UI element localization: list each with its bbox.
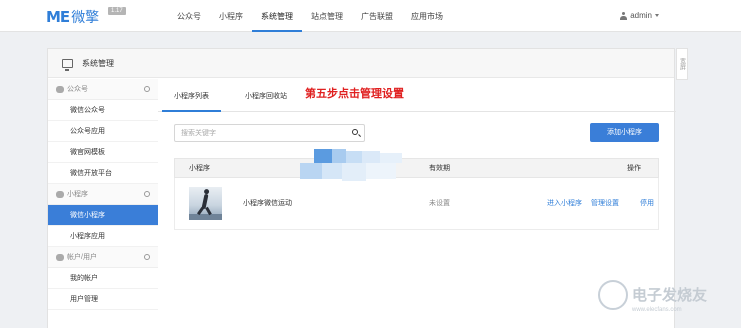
table-row: 小程序微信运动 未设置 进入小程序 管理设置 停用: [174, 178, 659, 230]
search-input[interactable]: [175, 125, 345, 141]
watermark-url: www.elecfans.com: [632, 307, 682, 313]
enter-mini-program-link[interactable]: 进入小程序: [547, 178, 582, 230]
user-menu[interactable]: admin: [620, 11, 659, 20]
chevron-down-icon: [655, 14, 659, 17]
logo-mark: ME: [46, 8, 70, 26]
sidebar-section-label: 小程序: [67, 191, 88, 198]
sidebar-item-open-platform[interactable]: 微信开放平台: [48, 163, 158, 184]
user-icon: [620, 11, 628, 20]
column-header-mini-program: 小程序: [189, 165, 210, 172]
version-badge: 1.17: [108, 7, 126, 15]
column-header-actions: 操作: [627, 165, 641, 172]
sidebar-item-my-account[interactable]: 我的帐户: [48, 268, 158, 289]
tab-bar: 小程序列表 小程序回收站 第五步点击管理设置: [158, 79, 676, 112]
nav-item-site-management[interactable]: 站点管理: [302, 0, 352, 32]
sidebar: 公众号 微信公众号 公众号应用 微官网模板 微信开放平台 小程序 微信小程序 小…: [48, 79, 158, 310]
gear-icon[interactable]: [144, 254, 150, 260]
brand-logo[interactable]: ME 微擎: [46, 8, 99, 26]
instruction-annotation: 第五步点击管理设置: [305, 88, 404, 100]
gear-icon[interactable]: [144, 191, 150, 197]
search-icon[interactable]: [352, 129, 358, 135]
mini-program-thumbnail: [189, 187, 222, 220]
panel-title: 系统管理: [82, 58, 114, 68]
gear-icon[interactable]: [144, 86, 150, 92]
redaction-mosaic: [300, 149, 438, 183]
nav-item-ad-alliance[interactable]: 广告联盟: [352, 0, 402, 32]
system-management-panel: 系统管理 公众号 微信公众号 公众号应用 微官网模板 微信开放平台 小程序 微信…: [47, 48, 676, 328]
username: admin: [630, 11, 652, 20]
mini-program-name: 小程序微信运动: [243, 200, 292, 207]
manage-settings-link[interactable]: 管理设置: [591, 178, 619, 230]
search-box: [174, 124, 365, 142]
panel-header: 系统管理: [48, 49, 674, 78]
sidebar-item-mini-program-apps[interactable]: 小程序应用: [48, 226, 158, 247]
watermark-text: 电子发烧友: [632, 287, 708, 304]
user-icon: [56, 253, 64, 261]
chat-icon: [56, 85, 64, 93]
tab-mini-program-recycle-bin[interactable]: 小程序回收站: [233, 79, 299, 112]
watermark: 电子发烧友 www.elecfans.com: [598, 280, 738, 324]
sidebar-section-mini-program[interactable]: 小程序: [48, 184, 158, 205]
sidebar-section-official-account[interactable]: 公众号: [48, 79, 158, 100]
sidebar-section-accounts[interactable]: 帐户/用户: [48, 247, 158, 268]
sidebar-item-site-templates[interactable]: 微官网模板: [48, 142, 158, 163]
mini-program-icon: [56, 190, 64, 198]
sidebar-section-label: 公众号: [67, 86, 88, 93]
expiry-value: 未设置: [429, 200, 450, 207]
main-nav: 公众号 小程序 系统管理 站点管理 广告联盟 应用市场: [168, 0, 452, 32]
widescreen-toggle[interactable]: 宽屏: [676, 48, 688, 80]
disable-link[interactable]: 停用: [640, 178, 654, 230]
nav-item-app-market[interactable]: 应用市场: [402, 0, 452, 32]
tab-mini-program-list[interactable]: 小程序列表: [162, 79, 221, 112]
logo-text: 微擎: [71, 9, 100, 25]
monitor-icon: [62, 58, 73, 71]
sidebar-item-account-apps[interactable]: 公众号应用: [48, 121, 158, 142]
sidebar-item-wechat-account[interactable]: 微信公众号: [48, 100, 158, 121]
sidebar-item-user-management[interactable]: 用户管理: [48, 289, 158, 310]
nav-item-system-management[interactable]: 系统管理: [252, 0, 302, 32]
nav-item-mini-program[interactable]: 小程序: [210, 0, 252, 32]
sidebar-item-wechat-mini-program[interactable]: 微信小程序: [48, 205, 158, 226]
top-navbar: ME 微擎 1.17 公众号 小程序 系统管理 站点管理 广告联盟 应用市场 a…: [0, 0, 741, 32]
nav-item-official-account[interactable]: 公众号: [168, 0, 210, 32]
sidebar-section-label: 帐户/用户: [67, 254, 97, 261]
watermark-logo-icon: [598, 280, 628, 310]
add-mini-program-button[interactable]: 添加小程序: [590, 123, 659, 142]
